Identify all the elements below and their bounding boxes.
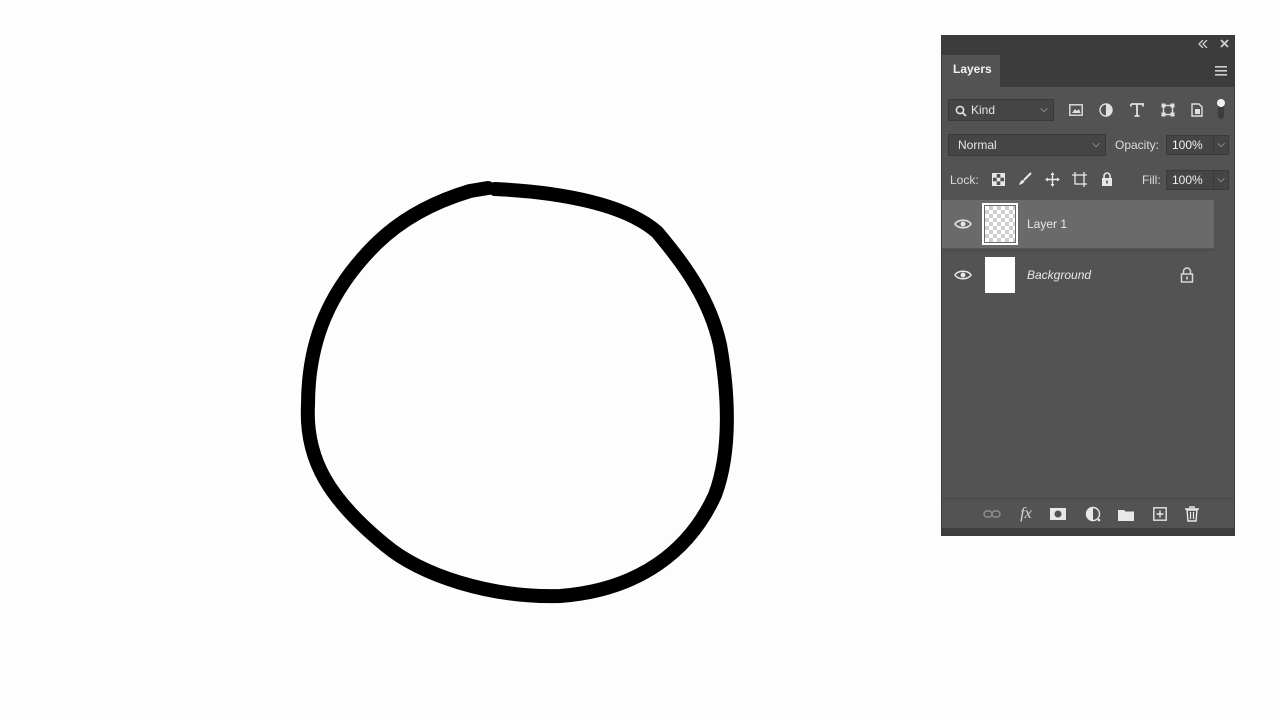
fx-icon[interactable]: fx [1015, 504, 1037, 524]
opacity-label: Opacity: [1115, 138, 1160, 152]
shape-filter-icon[interactable] [1158, 99, 1178, 121]
chevron-down-icon: ⌵ [1040, 104, 1048, 115]
opacity-dropdown-chevron-icon[interactable]: ⌵ [1213, 135, 1229, 155]
link-layers-icon[interactable] [981, 504, 1003, 524]
filter-kind-dropdown[interactable]: Kind ⌵ [948, 99, 1054, 121]
lock-position-icon[interactable] [1042, 169, 1062, 189]
hamburger-menu-icon[interactable] [1215, 66, 1227, 76]
eye-visibility-icon[interactable] [954, 268, 972, 282]
eye-visibility-icon[interactable] [954, 217, 972, 231]
close-icon[interactable] [1217, 38, 1231, 52]
lock-fill-row: Lock: Fill: 100% ⌵ [942, 169, 1234, 191]
blend-mode-dropdown[interactable]: Normal ⌵ [948, 134, 1106, 156]
lock-label: Lock: [950, 173, 979, 187]
layer-filter-row: Kind ⌵ [942, 99, 1234, 123]
adjustment-layer-icon[interactable] [1082, 504, 1104, 524]
blend-mode-value: Normal [958, 138, 997, 152]
smart-object-filter-icon[interactable] [1187, 99, 1207, 121]
delete-layer-icon[interactable] [1181, 504, 1203, 524]
layer-row-background[interactable]: Background [942, 250, 1214, 298]
panel-title-bar[interactable] [942, 36, 1234, 55]
filter-toggle-switch[interactable] [1215, 99, 1227, 121]
image-filter-icon[interactable] [1066, 99, 1086, 121]
fill-input[interactable]: 100% [1166, 170, 1214, 190]
lock-image-pixels-icon[interactable] [1015, 169, 1035, 189]
new-layer-icon[interactable] [1149, 504, 1171, 524]
blend-opacity-row: Normal ⌵ Opacity: 100% ⌵ [942, 134, 1234, 156]
lock-artboard-icon[interactable] [1069, 169, 1089, 189]
chevron-down-icon: ⌵ [1092, 139, 1100, 150]
opacity-input[interactable]: 100% [1166, 135, 1214, 155]
tab-layers[interactable]: Layers [942, 55, 1000, 87]
type-filter-icon[interactable] [1127, 99, 1147, 121]
panel-tab-row: Layers [942, 55, 1234, 87]
lock-transparent-pixels-icon[interactable] [988, 169, 1008, 189]
layer-name[interactable]: Background [1027, 268, 1091, 282]
lock-all-icon[interactable] [1097, 169, 1117, 189]
layer-locked-icon [1180, 267, 1194, 283]
layer-1-thumbnail [982, 203, 1018, 245]
layers-panel: Layers Kind ⌵ Normal ⌵ Opacity: 100% ⌵ L… [941, 35, 1235, 536]
background-thumbnail [985, 257, 1015, 293]
fill-dropdown-chevron-icon[interactable]: ⌵ [1213, 170, 1229, 190]
filter-kind-label: Kind [971, 103, 996, 117]
layer-mask-icon[interactable] [1047, 504, 1069, 524]
layers-list: Layer 1 Background [942, 200, 1234, 496]
fill-label: Fill: [1142, 173, 1161, 187]
layers-bottom-toolbar: fx [942, 498, 1234, 529]
double-chevron-left-icon[interactable] [1196, 38, 1210, 52]
panel-bottom-edge [942, 528, 1234, 535]
layer-name[interactable]: Layer 1 [1027, 217, 1067, 231]
search-icon [955, 105, 967, 117]
layer-row-layer-1[interactable]: Layer 1 [942, 200, 1214, 248]
adjustment-filter-icon[interactable] [1096, 99, 1116, 121]
new-group-icon[interactable] [1115, 504, 1137, 524]
